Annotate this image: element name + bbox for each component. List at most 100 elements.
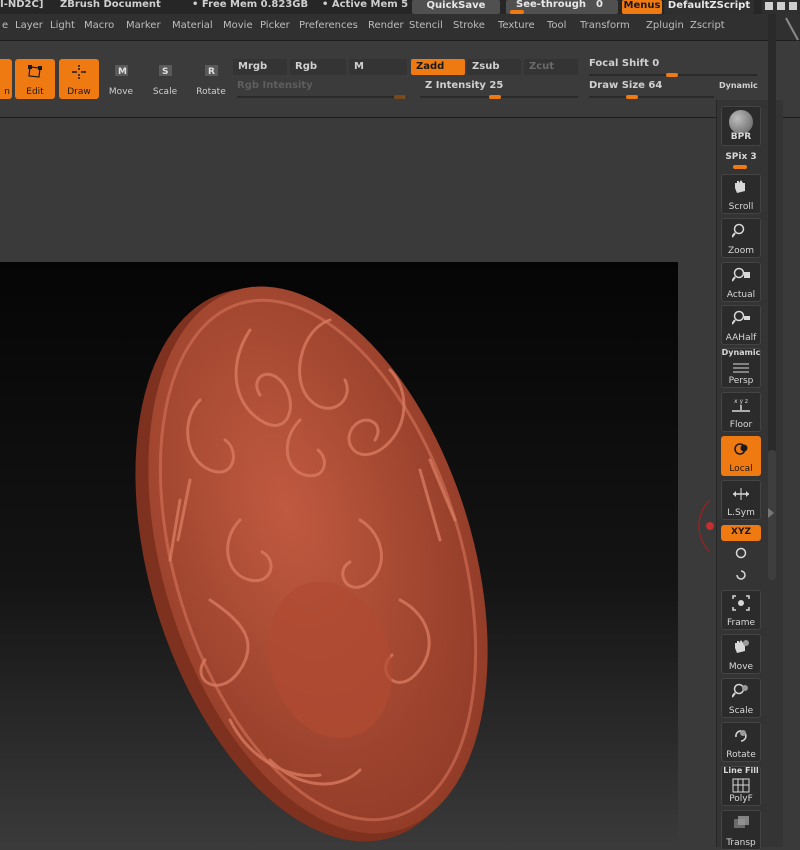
draw-button[interactable]: Draw (59, 59, 99, 99)
rgb-toggle[interactable]: Rgb (290, 59, 346, 75)
zcut-toggle[interactable]: Zcut (524, 59, 578, 75)
menu-item-zplugin[interactable]: Zplugin (646, 20, 684, 31)
menu-item-stencil[interactable]: Stencil (409, 20, 443, 31)
svg-text:R: R (208, 67, 215, 77)
draw-size-knob[interactable] (626, 95, 638, 99)
scale-icon: S (159, 65, 172, 77)
window-control-icons (765, 2, 797, 10)
gizmo-center-icon[interactable] (706, 522, 714, 530)
active-mem-readout: • Active Mem 5 (322, 0, 409, 10)
title-bar: I-ND2C] ZBrush Document • Free Mem 0.823… (0, 0, 800, 14)
svg-text:x y z: x y z (734, 398, 748, 405)
move-view-button[interactable]: Move (721, 634, 761, 674)
actual-button[interactable]: Actual (721, 262, 761, 302)
z-intensity-knob[interactable] (489, 95, 501, 99)
edit-icon (28, 65, 42, 78)
draw-crosshair-icon (72, 65, 86, 79)
perspective-icon (733, 363, 749, 373)
mrgb-toggle[interactable]: Mrgb (233, 59, 287, 75)
focal-shift-knob[interactable] (666, 73, 678, 77)
dynamic-toggle[interactable]: Dynamic (719, 81, 758, 90)
main-menu-bar: e Layer Light Macro Marker Material Movi… (0, 14, 800, 41)
hand-scroll-icon (735, 180, 745, 193)
spix-slider[interactable]: SPix 3 (721, 152, 761, 169)
menu-item-transform[interactable]: Transform (580, 20, 630, 31)
menu-item-stroke[interactable]: Stroke (453, 20, 485, 31)
rotate-y-icon (735, 547, 747, 559)
persp-button[interactable]: Dynamic Persp (721, 348, 761, 388)
menu-item-layer[interactable]: Layer (15, 20, 43, 31)
app-title: ZBrush Document (60, 0, 161, 10)
zsub-toggle[interactable]: Zsub (467, 59, 521, 75)
default-zscript-button[interactable]: DefaultZScript (664, 0, 754, 14)
menu-item-texture[interactable]: Texture (498, 20, 535, 31)
zoom-button[interactable]: Zoom (721, 218, 761, 258)
menu-item-preferences[interactable]: Preferences (299, 20, 358, 31)
transparency-icon (734, 816, 749, 828)
edit-button[interactable]: Edit (15, 59, 55, 99)
scale-view-button[interactable]: Scale (721, 678, 761, 718)
menu-item-edge[interactable]: e (2, 20, 8, 31)
spix-knob[interactable] (733, 165, 747, 169)
bpr-sphere-icon (729, 110, 753, 134)
quicksave-button[interactable]: QuickSave (412, 0, 500, 14)
rotate-view-icon (735, 730, 747, 742)
move-icon: M (115, 65, 128, 77)
window-controls[interactable] (762, 0, 800, 14)
dynamic-label: Dynamic (721, 348, 761, 357)
local-symmetry-icon (733, 488, 749, 500)
frame-icon (732, 595, 750, 611)
zoom-magnifier-icon (732, 223, 745, 238)
document-name: I-ND2C] (0, 0, 44, 10)
sculpted-celtic-medallion[interactable] (0, 262, 716, 847)
menu-item-light[interactable]: Light (50, 20, 75, 31)
aahalf-button[interactable]: AAHalf (721, 305, 761, 345)
menu-item-tool[interactable]: Tool (547, 20, 566, 31)
rotate-view-button[interactable]: Rotate (721, 722, 761, 762)
lsym-button[interactable]: L.Sym (721, 480, 761, 520)
polyf-button[interactable]: Line Fill PolyF (721, 766, 761, 806)
m-toggle[interactable]: M (349, 59, 407, 75)
menus-toggle-button[interactable]: Menus (622, 0, 662, 14)
aahalf-icon (732, 310, 750, 325)
z-rotate-button[interactable] (721, 568, 761, 585)
tool-hammer-icon (785, 17, 799, 41)
collapse-arrow-icon[interactable] (766, 504, 776, 518)
y-rotate-button[interactable] (721, 546, 761, 563)
menu-item-movie[interactable]: Movie (223, 20, 253, 31)
scroll-button[interactable]: Scroll (721, 174, 761, 214)
menu-item-macro[interactable]: Macro (84, 20, 114, 31)
floor-button[interactable]: x y z Floor (721, 392, 761, 432)
move-button[interactable]: M Move (101, 59, 141, 99)
svg-text:M: M (118, 67, 127, 77)
see-through-slider[interactable]: See-through 0 (506, 0, 618, 14)
top-shelf: n Edit Draw M Move S Scale R Rotate Mrgb… (0, 41, 800, 118)
local-button[interactable]: Local (721, 436, 761, 476)
hammer-icon[interactable] (782, 14, 800, 44)
rgb-intensity-slider[interactable] (237, 96, 407, 98)
svg-text:S: S (162, 67, 168, 77)
menu-item-picker[interactable]: Picker (260, 20, 290, 31)
rotate-z-icon (736, 570, 746, 580)
menu-item-marker[interactable]: Marker (126, 20, 161, 31)
menu-item-material[interactable]: Material (172, 20, 213, 31)
focal-shift-label: Focal Shift 0 (589, 58, 660, 69)
draw-size-label: Draw Size 64 (589, 80, 663, 91)
zadd-toggle[interactable]: Zadd (411, 59, 465, 75)
left-edge-button[interactable]: n (0, 59, 12, 99)
line-fill-label: Line Fill (723, 766, 759, 775)
scale-button[interactable]: S Scale (145, 59, 185, 99)
menu-item-render[interactable]: Render (368, 20, 404, 31)
rgb-intensity-knob[interactable] (394, 95, 406, 99)
bpr-button[interactable]: BPR (721, 106, 761, 146)
transp-button[interactable]: Transp (721, 810, 761, 850)
see-through-value: 0 (596, 0, 603, 10)
rotate-button[interactable]: R Rotate (191, 59, 231, 99)
draw-size-slider[interactable] (589, 96, 714, 98)
actual-size-icon (732, 267, 750, 282)
menu-item-zscript[interactable]: Zscript (690, 20, 725, 31)
rotate-icon: R (205, 65, 218, 77)
rgb-intensity-label: Rgb Intensity (237, 80, 313, 91)
xyz-rotate-button[interactable]: XYZ (721, 525, 761, 541)
frame-button[interactable]: Frame (721, 590, 761, 630)
